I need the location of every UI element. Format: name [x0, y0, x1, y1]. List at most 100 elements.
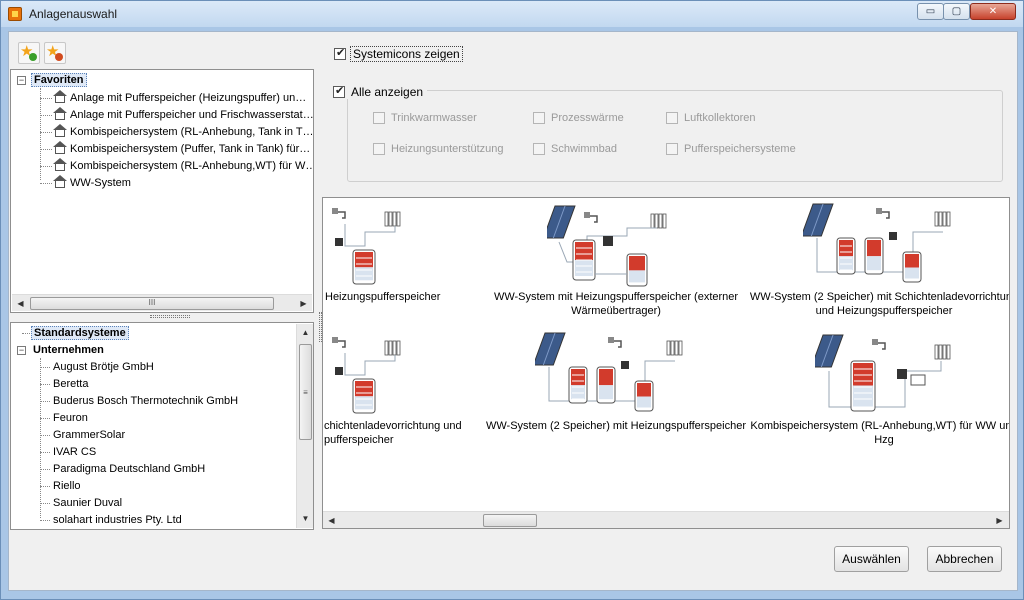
filter-label: Pufferspeichersysteme — [684, 143, 796, 156]
system-caption: chichtenladevorrichtung und pufferspeich… — [324, 420, 462, 446]
filter-schwimmbad[interactable]: Schwimmbad — [533, 143, 617, 156]
companies-collapse-icon[interactable]: − — [17, 346, 26, 355]
house-icon — [53, 158, 67, 171]
company-item[interactable]: Feuron — [53, 410, 88, 426]
tree-line — [40, 452, 50, 453]
app-window: Anlagenauswahl ▭ ▢ ✕ ★ ★ Systemicons zei… — [0, 0, 1024, 600]
favorite-label: Anlage mit Pufferspeicher und Frischwass… — [70, 109, 314, 121]
app-icon — [8, 7, 22, 21]
cancel-button[interactable]: Abbrechen — [927, 546, 1002, 572]
systemicons-checkbox[interactable] — [334, 46, 346, 60]
company-item[interactable]: Paradigma Deutschland GmbH — [53, 461, 205, 477]
company-item[interactable]: Beretta — [53, 376, 88, 392]
select-button[interactable]: Auswählen — [834, 546, 909, 572]
system-diagram — [800, 202, 953, 291]
scroll-left-icon[interactable]: ◀ — [323, 512, 340, 528]
filter-heizungsunterstuetzung[interactable]: Heizungsunterstützung — [373, 143, 504, 156]
filter-checkbox[interactable] — [373, 143, 385, 156]
favorites-collapse-icon[interactable]: − — [17, 76, 26, 85]
horizontal-splitter[interactable] — [150, 315, 190, 318]
tree-line — [40, 358, 41, 518]
filter-checkbox[interactable] — [533, 143, 545, 156]
gallery-hscrollbar[interactable]: ◀ ▶ — [323, 511, 1009, 528]
favorite-label: Anlage mit Pufferspeicher (Heizungspuffe… — [70, 92, 307, 104]
scroll-up-icon[interactable]: ▲ — [297, 324, 313, 341]
system-tile[interactable]: WW-System (2 Speicher) mit Heizungspuffe… — [481, 331, 751, 456]
filter-checkbox[interactable] — [373, 112, 385, 125]
system-caption: Heizungspufferspeicher — [325, 291, 441, 303]
company-item[interactable]: Riello — [53, 478, 81, 494]
favorites-tree[interactable]: − Favoriten Anlage mit Pufferspeicher (H… — [10, 69, 314, 313]
show-all-toggle[interactable]: Alle anzeigen — [333, 84, 428, 99]
filter-pufferspeichersysteme[interactable]: Pufferspeichersysteme — [666, 143, 796, 156]
favorite-item[interactable]: WW-System — [53, 175, 131, 191]
filter-prozesswaerme[interactable]: Prozesswärme — [533, 112, 624, 125]
system-diagram — [542, 202, 697, 291]
maximize-button[interactable]: ▢ — [943, 3, 970, 20]
house-icon — [53, 175, 67, 188]
tree-line — [40, 132, 52, 133]
minus-badge-icon — [55, 53, 63, 61]
company-item[interactable]: Saunier Duval — [53, 495, 122, 511]
favorite-item[interactable]: Anlage mit Pufferspeicher (Heizungspuffe… — [53, 90, 306, 106]
system-tile[interactable]: WW-System (2 Speicher) mit Schichtenlade… — [749, 202, 1009, 327]
add-favorite-button[interactable]: ★ — [18, 42, 40, 64]
system-tile[interactable]: Heizungspufferspeicher — [323, 202, 455, 327]
house-icon — [53, 124, 67, 137]
systemicons-toggle[interactable]: Systemicons zeigen — [334, 46, 463, 62]
filter-checkbox[interactable] — [666, 143, 678, 156]
title-bar[interactable]: Anlagenauswahl ▭ ▢ ✕ — [1, 1, 1023, 27]
system-tile[interactable]: Kombispeichersystem (RL-Anhebung,WT) für… — [749, 331, 1010, 456]
system-caption: Kombispeichersystem (RL-Anhebung,WT) für… — [750, 420, 1010, 446]
categories-tree[interactable]: Standardsysteme − Unternehmen August Brö… — [10, 322, 314, 530]
filter-luftkollektoren[interactable]: Luftkollektoren — [666, 112, 756, 125]
minimize-button[interactable]: ▭ — [917, 3, 944, 20]
company-item[interactable]: IVAR CS — [53, 444, 96, 460]
favorite-label: Kombispeichersystem (Puffer, Tank in Tan… — [70, 143, 311, 155]
show-all-checkbox[interactable] — [333, 84, 345, 98]
tree-group-favorites[interactable]: Favoriten — [31, 72, 87, 88]
house-icon — [53, 90, 67, 103]
scroll-down-icon[interactable]: ▼ — [297, 510, 313, 527]
system-tile[interactable]: WW-System mit Heizungspufferspeicher (ex… — [481, 202, 751, 327]
scroll-thumb[interactable]: III — [30, 297, 274, 310]
dialog-body: ★ ★ Systemicons zeigen − Favoriten Anlag… — [8, 31, 1018, 591]
system-tile[interactable]: chichtenladevorrichtung und pufferspeich… — [323, 331, 462, 456]
filter-trinkwarmwasser[interactable]: Trinkwarmwasser — [373, 112, 477, 125]
close-button[interactable]: ✕ — [970, 3, 1016, 20]
tree-group-standard[interactable]: Standardsysteme — [31, 325, 129, 341]
favorites-hscrollbar[interactable]: ◀ III ▶ — [12, 294, 312, 311]
favorite-label: WW-System — [70, 177, 131, 189]
scroll-right-icon[interactable]: ▶ — [991, 512, 1008, 528]
company-item[interactable]: Buderus Bosch Thermotechnik GmbH — [53, 393, 238, 409]
tree-line — [40, 384, 50, 385]
filter-checkbox[interactable] — [666, 112, 678, 125]
tree-line — [40, 98, 52, 99]
scroll-thumb[interactable] — [483, 514, 537, 527]
favorite-item[interactable]: Anlage mit Pufferspeicher und Frischwass… — [53, 107, 314, 123]
company-item[interactable]: solahart industries Pty. Ltd — [53, 512, 182, 528]
favorite-label: Kombispeichersystem (RL-Anhebung, Tank i… — [70, 126, 314, 138]
company-item[interactable]: GrammerSolar — [53, 427, 125, 443]
remove-favorite-button[interactable]: ★ — [44, 42, 66, 64]
system-diagram — [325, 331, 475, 420]
categories-vscrollbar[interactable]: ▲ ≡ ▼ — [296, 324, 313, 528]
scroll-right-icon[interactable]: ▶ — [295, 295, 312, 312]
tree-line — [40, 469, 50, 470]
filter-checkbox[interactable] — [533, 112, 545, 125]
filter-group — [347, 90, 1003, 182]
tree-line — [40, 166, 52, 167]
scroll-thumb[interactable]: ≡ — [299, 344, 312, 440]
company-item[interactable]: August Brötje GmbH — [53, 359, 154, 375]
tree-line — [40, 149, 52, 150]
systemicons-label: Systemicons zeigen — [350, 46, 463, 62]
favorite-item[interactable]: Kombispeichersystem (RL-Anhebung,WT) für… — [53, 158, 313, 174]
show-all-label: Alle anzeigen — [351, 84, 424, 99]
system-gallery[interactable]: Heizungspufferspeicher WW-System mit Hei… — [322, 197, 1010, 529]
diagram-svg — [532, 332, 683, 412]
filter-label: Heizungsunterstützung — [391, 143, 504, 156]
scroll-left-icon[interactable]: ◀ — [12, 295, 29, 312]
favorite-item[interactable]: Kombispeichersystem (RL-Anhebung, Tank i… — [53, 124, 314, 140]
favorite-item[interactable]: Kombispeichersystem (Puffer, Tank in Tan… — [53, 141, 310, 157]
tree-group-companies[interactable]: Unternehmen — [31, 342, 106, 358]
